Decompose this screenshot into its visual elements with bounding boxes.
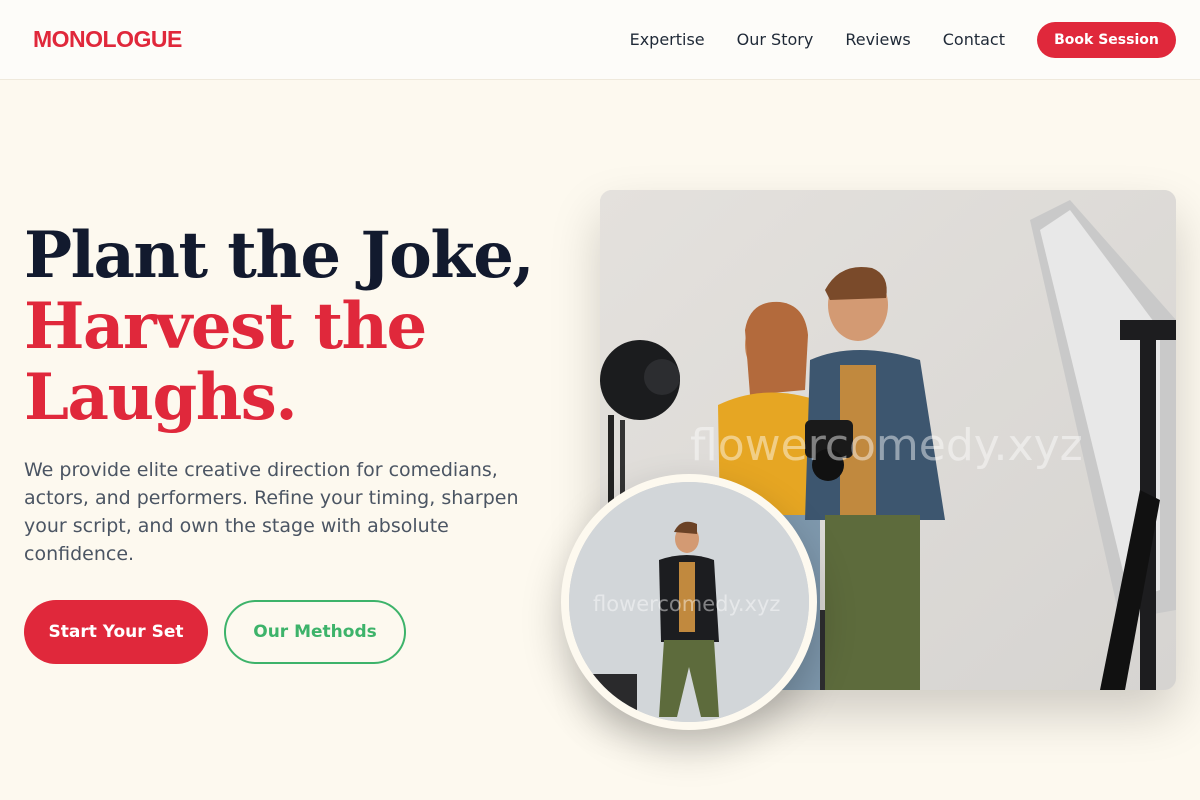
hero-description: We provide elite creative direction for …	[24, 459, 519, 565]
hero-title-line2: Harvest the	[24, 289, 427, 364]
nav-link-expertise[interactable]: Expertise	[630, 30, 705, 49]
book-session-button[interactable]: Book Session	[1037, 21, 1176, 58]
hero-title: Plant the Joke, Harvest the Laughs.	[24, 218, 535, 435]
our-methods-button[interactable]: Our Methods	[224, 600, 406, 664]
nav-link-contact[interactable]: Contact	[943, 30, 1005, 49]
hero-title-line3: Laughs.	[24, 360, 298, 435]
hero-title-line1: Plant the Joke,	[24, 218, 535, 293]
logo[interactable]: MONOLOGUE	[33, 26, 182, 53]
nav-link-our-story[interactable]: Our Story	[737, 30, 814, 49]
nav-link-reviews[interactable]: Reviews	[845, 30, 910, 49]
navbar: MONOLOGUE Expertise Our Story Reviews Co…	[0, 0, 1200, 80]
start-your-set-button[interactable]: Start Your Set	[24, 600, 208, 664]
performer-photo	[561, 474, 817, 730]
nav-links: Expertise Our Story Reviews Contact Book…	[630, 21, 1176, 58]
